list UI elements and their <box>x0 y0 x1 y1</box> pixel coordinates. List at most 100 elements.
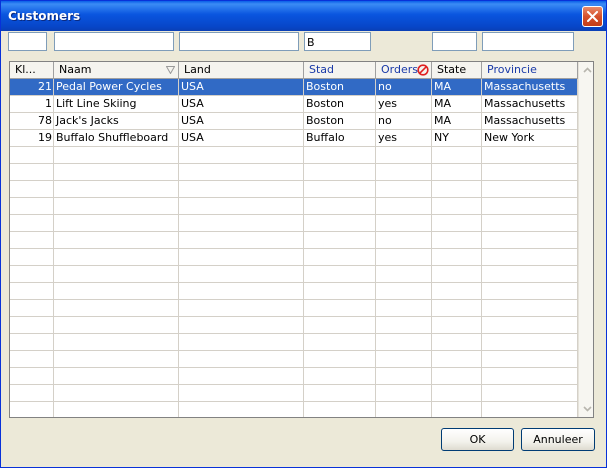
cell-land: USA <box>179 113 304 130</box>
cell-stad <box>304 147 376 164</box>
cell-state <box>432 317 482 334</box>
cell-klant <box>10 215 54 232</box>
filter-naam[interactable] <box>54 32 174 51</box>
vertical-scrollbar[interactable] <box>578 62 593 417</box>
cell-provincie <box>482 402 578 417</box>
cell-stad <box>304 368 376 385</box>
customers-grid[interactable]: Kl... Naam Land Stad Orders State Provin… <box>9 61 594 418</box>
cell-naam: Buffalo Shuffleboard <box>54 130 179 147</box>
cell-provincie <box>482 351 578 368</box>
cell-klant <box>10 351 54 368</box>
scroll-down-button[interactable] <box>579 401 593 417</box>
cancel-button[interactable]: Annuleer <box>521 428 595 451</box>
cell-state <box>432 283 482 300</box>
table-row[interactable]: 21 Pedal Power Cycles USA Boston no MA Massach… <box>10 79 578 96</box>
no-entry-icon <box>417 64 429 76</box>
empty-row <box>10 215 578 232</box>
cell-stad <box>304 334 376 351</box>
table-row[interactable]: 78 Jack's Jacks USA Boston no MA Massachusetts <box>10 113 578 130</box>
empty-row <box>10 249 578 266</box>
cell-stad <box>304 402 376 417</box>
cell-land <box>179 249 304 266</box>
title-bar[interactable]: Customers <box>1 1 606 31</box>
cell-klant <box>10 232 54 249</box>
cell-state <box>432 198 482 215</box>
column-header-klant[interactable]: Kl... <box>10 62 54 79</box>
cell-orders <box>376 164 432 181</box>
cell-state: MA <box>432 96 482 113</box>
cell-land <box>179 215 304 232</box>
cell-provincie: New York <box>482 130 578 147</box>
cell-stad <box>304 181 376 198</box>
column-header-provincie[interactable]: Provincie <box>482 62 578 79</box>
cell-klant <box>10 385 54 402</box>
cell-state <box>432 147 482 164</box>
cell-klant: 1 <box>10 96 54 113</box>
cell-provincie <box>482 232 578 249</box>
cell-provincie <box>482 215 578 232</box>
ok-button[interactable]: OK <box>441 428 514 451</box>
cell-land <box>179 266 304 283</box>
cell-naam <box>54 232 179 249</box>
cell-land <box>179 368 304 385</box>
cell-state <box>432 385 482 402</box>
cell-land <box>179 283 304 300</box>
close-button[interactable] <box>582 6 603 27</box>
cell-orders <box>376 215 432 232</box>
cell-naam <box>54 385 179 402</box>
cell-provincie <box>482 368 578 385</box>
cell-provincie <box>482 181 578 198</box>
cell-stad <box>304 266 376 283</box>
column-header-land[interactable]: Land <box>179 62 304 79</box>
cell-naam <box>54 164 179 181</box>
column-header-stad[interactable]: Stad <box>304 62 376 79</box>
cell-naam: Lift Line Skiing <box>54 96 179 113</box>
cell-state <box>432 334 482 351</box>
cell-stad <box>304 283 376 300</box>
cell-stad: Boston <box>304 79 376 96</box>
cell-stad <box>304 232 376 249</box>
filter-provincie[interactable] <box>482 32 574 51</box>
cell-state <box>432 232 482 249</box>
cell-provincie: Massachusetts <box>482 79 578 96</box>
cell-stad: Buffalo <box>304 130 376 147</box>
cell-klant: 21 <box>10 79 54 96</box>
cell-naam <box>54 266 179 283</box>
cell-klant <box>10 198 54 215</box>
cell-land: USA <box>179 96 304 113</box>
column-header-naam[interactable]: Naam <box>54 62 179 79</box>
cell-provincie: Massachusetts <box>482 96 578 113</box>
empty-row <box>10 181 578 198</box>
table-row[interactable]: 19 Buffalo Shuffleboard USA Buffalo yes NY New… <box>10 130 578 147</box>
filter-land[interactable] <box>179 32 299 51</box>
cell-stad <box>304 351 376 368</box>
cell-klant <box>10 147 54 164</box>
cell-klant <box>10 181 54 198</box>
table-row[interactable]: 1 Lift Line Skiing USA Boston yes MA Massachus… <box>10 96 578 113</box>
chevron-up-icon <box>582 67 592 73</box>
cell-orders <box>376 351 432 368</box>
cell-provincie <box>482 198 578 215</box>
empty-row <box>10 266 578 283</box>
cell-stad <box>304 317 376 334</box>
cell-naam <box>54 317 179 334</box>
cell-orders: no <box>376 79 432 96</box>
cell-orders <box>376 266 432 283</box>
column-header-state[interactable]: State <box>432 62 482 79</box>
cell-orders <box>376 317 432 334</box>
close-icon <box>587 11 598 22</box>
cell-orders: yes <box>376 96 432 113</box>
cell-naam <box>54 249 179 266</box>
filter-klant[interactable] <box>8 32 47 51</box>
cell-provincie <box>482 317 578 334</box>
cell-naam <box>54 283 179 300</box>
cell-naam <box>54 368 179 385</box>
cell-land <box>179 334 304 351</box>
empty-row <box>10 317 578 334</box>
empty-row <box>10 368 578 385</box>
scroll-up-button[interactable] <box>579 62 593 78</box>
column-header-orders[interactable]: Orders <box>376 62 432 79</box>
filter-stad[interactable] <box>304 32 371 51</box>
filter-state[interactable] <box>432 32 477 51</box>
empty-row <box>10 385 578 402</box>
